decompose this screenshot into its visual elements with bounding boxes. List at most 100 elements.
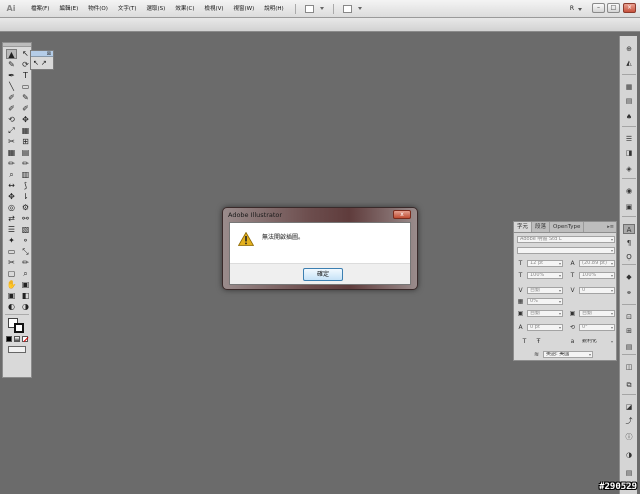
- close-window-button[interactable]: ×: [623, 3, 636, 13]
- zoom-out-tool-icon[interactable]: ▣: [6, 291, 17, 301]
- menu-help[interactable]: 說明(H): [259, 0, 288, 18]
- symbol-stain-tool-icon[interactable]: ⤡: [20, 247, 31, 257]
- workspace-switcher[interactable]: R: [570, 0, 574, 18]
- font-size-select[interactable]: 12 pt: [527, 260, 563, 267]
- swatches-panel-icon[interactable]: ▤: [623, 468, 635, 478]
- baseline-shift-select[interactable]: 0 pt: [527, 324, 563, 331]
- color-mode-tool-icon[interactable]: ◐: [6, 302, 17, 312]
- chevron-down-icon[interactable]: [578, 8, 582, 11]
- tab-opentype[interactable]: OpenType: [550, 222, 585, 232]
- shape-builder-tool-icon[interactable]: ☰: [6, 225, 17, 235]
- screen-mode-button[interactable]: [8, 346, 26, 353]
- blend-tool-icon[interactable]: ⌕: [6, 170, 17, 180]
- reshape-tool-icon[interactable]: ▢: [6, 269, 17, 279]
- selection-tool-icon[interactable]: ▲: [6, 49, 17, 59]
- bridge-icon[interactable]: [304, 4, 314, 13]
- stroke-panel-icon[interactable]: ☰: [623, 134, 635, 144]
- minimize-button[interactable]: –: [592, 3, 605, 13]
- crop-area-tool-icon[interactable]: ⟆: [20, 181, 31, 191]
- artboards-panel-icon[interactable]: ⊡: [623, 312, 635, 322]
- zoom-tool-icon[interactable]: ⇄: [6, 214, 17, 224]
- menu-file[interactable]: 檔案(F): [26, 0, 54, 18]
- document-info-panel-icon[interactable]: ⓘ: [623, 432, 635, 442]
- menu-window[interactable]: 視窗(W): [229, 0, 260, 18]
- puppet-tool-icon[interactable]: ⚬: [20, 236, 31, 246]
- leading-select[interactable]: (20.89 pt): [579, 260, 615, 267]
- transform-panel-icon[interactable]: ⊞: [623, 326, 635, 336]
- menu-effect[interactable]: 效果(C): [170, 0, 199, 18]
- ok-button[interactable]: 確定: [303, 268, 343, 281]
- swatches-alt-panel-icon[interactable]: ◭: [623, 58, 635, 68]
- rotate-tool-icon[interactable]: ⟲: [6, 115, 17, 125]
- aki-right-select[interactable]: 自動: [579, 310, 615, 317]
- scale-tool-icon[interactable]: ✥: [20, 115, 31, 125]
- layers-panel-icon[interactable]: ▣: [623, 202, 635, 212]
- line-segment-tool-icon[interactable]: ╲: [6, 82, 17, 92]
- type-tool-icon[interactable]: T: [20, 71, 31, 81]
- appearance-panel-icon[interactable]: ◉: [623, 186, 635, 196]
- live-paint-selection-tool-icon[interactable]: ↔: [6, 181, 17, 191]
- menu-view[interactable]: 檢視(V): [199, 0, 228, 18]
- blob-brush-tool-icon[interactable]: ✐: [6, 104, 17, 114]
- panel-menu-icon[interactable]: ▸≡: [607, 224, 614, 230]
- maximize-button[interactable]: □: [607, 3, 620, 13]
- gradient-tool-icon[interactable]: ▤: [20, 148, 31, 158]
- attributes-panel-icon[interactable]: ◪: [623, 402, 635, 412]
- eraser-tool-icon[interactable]: ✐: [20, 104, 31, 114]
- links-panel-icon[interactable]: ⚭: [623, 288, 635, 298]
- font-style-select[interactable]: [517, 247, 615, 254]
- symbol-sprayer-tool-icon[interactable]: ✂: [6, 137, 17, 147]
- chevron-down-icon[interactable]: [319, 7, 324, 10]
- paragraph-panel-icon[interactable]: ¶: [623, 238, 635, 248]
- group-selection-icon[interactable]: ↗: [41, 58, 47, 68]
- pencil-tool-icon[interactable]: ✎: [20, 93, 31, 103]
- dialog-close-button[interactable]: x: [393, 210, 411, 219]
- strikethrough-icon[interactable]: Ŧ: [535, 338, 542, 345]
- live-paint-tool-icon[interactable]: ▥: [20, 170, 31, 180]
- free-transform-tool-icon[interactable]: ▦: [20, 126, 31, 136]
- gradient-panel-icon[interactable]: ◨: [623, 148, 635, 158]
- arrange-documents-icon[interactable]: [342, 4, 352, 13]
- stroke-swatch[interactable]: [14, 323, 24, 333]
- chevron-down-icon[interactable]: [357, 7, 362, 10]
- eraser-2-tool-icon[interactable]: ✏: [20, 258, 31, 268]
- color-mode-button[interactable]: [6, 336, 12, 342]
- menu-object[interactable]: 物件(O): [83, 0, 113, 18]
- direct-selection-icon[interactable]: ↖: [33, 58, 39, 68]
- anti-alias-select[interactable]: 銳利化: [579, 338, 615, 345]
- gradient-mode-button[interactable]: [14, 336, 20, 342]
- hand-tool-icon[interactable]: ⚙: [20, 203, 31, 213]
- scissors-tool-icon[interactable]: ⇂: [20, 192, 31, 202]
- bar-graph-tool-icon[interactable]: ✋: [6, 280, 17, 290]
- width-tool-icon[interactable]: ✦: [6, 236, 17, 246]
- horizontal-scale-select[interactable]: 100%: [579, 272, 615, 279]
- tab-character[interactable]: 字元: [514, 222, 533, 232]
- magic-wand-tool-icon[interactable]: ✎: [6, 60, 17, 70]
- flare-tool-icon[interactable]: ◧: [20, 291, 31, 301]
- character-panel-icon[interactable]: A: [623, 224, 635, 234]
- fill-stroke-control[interactable]: [6, 317, 28, 333]
- eyedropper-tool-icon[interactable]: ✏: [6, 159, 17, 169]
- tab-paragraph[interactable]: 段落: [532, 222, 551, 232]
- kerning-select[interactable]: 自動: [527, 287, 563, 294]
- measure-tool-icon[interactable]: ✏: [20, 159, 31, 169]
- close-icon[interactable]: ⊠: [47, 51, 51, 57]
- rectangle-tool-icon[interactable]: ▭: [20, 82, 31, 92]
- graphic-styles-panel-icon[interactable]: ♠: [623, 112, 635, 122]
- font-family-select[interactable]: Adobe 明體 Std L: [517, 236, 615, 243]
- perspective-tool-icon[interactable]: ▧: [20, 225, 31, 235]
- navigator-panel-icon[interactable]: ◫: [623, 362, 635, 372]
- slice-select-tool-icon[interactable]: ▣: [20, 280, 31, 290]
- mesh-tool-icon[interactable]: ▦: [6, 148, 17, 158]
- symbols-panel-icon[interactable]: ▤: [623, 96, 635, 106]
- print-tiling-tool-icon[interactable]: ⚯: [20, 214, 31, 224]
- underline-icon[interactable]: T: [521, 338, 528, 345]
- aki-left-select[interactable]: 自動: [527, 310, 563, 317]
- actions-panel-icon[interactable]: ⤴: [623, 416, 635, 426]
- menu-edit[interactable]: 編輯(E): [54, 0, 83, 18]
- pen-tool-icon[interactable]: ✒: [6, 71, 17, 81]
- info-panel-icon[interactable]: ⧉: [623, 380, 635, 390]
- tsume-select[interactable]: 0%: [527, 298, 563, 305]
- color-guide-panel-icon[interactable]: ⊕: [623, 44, 635, 54]
- color-panel-icon[interactable]: ◑: [623, 450, 635, 460]
